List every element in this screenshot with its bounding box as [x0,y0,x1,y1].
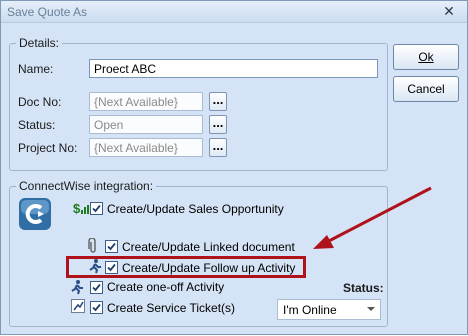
sales-opportunity-label: Create/Update Sales Opportunity [107,202,284,216]
paperclip-icon [88,238,96,253]
project-no-field [89,138,203,157]
online-status-select[interactable]: I'm Online [277,299,381,320]
one-off-activity-checkbox[interactable] [90,281,103,294]
name-label: Name: [18,62,54,76]
status-field [89,115,203,134]
connectwise-group-label: ConnectWise integration: [16,179,157,193]
save-quote-dialog: Save Quote As ✕ Details: Name: Doc No: .… [0,0,468,335]
doc-no-field [89,92,203,111]
close-button[interactable]: ✕ [441,3,457,19]
service-ticket-label: Create Service Ticket(s) [107,301,236,315]
doc-no-browse-button[interactable]: ... [209,92,227,111]
running-person-icon [71,280,83,295]
title-bar: Save Quote As ✕ [1,1,467,23]
one-off-activity-label: Create one-off Activity [107,280,225,294]
ok-button-label: Ok [418,50,434,64]
ok-button[interactable]: Ok [393,44,459,70]
status-label: Status: [18,118,56,132]
status-browse-button[interactable]: ... [209,115,227,134]
connectwise-logo-icon [19,198,51,230]
linked-document-label: Create/Update Linked document [122,240,295,254]
ticket-icon [71,299,85,313]
dollar-icon: $ [73,201,81,216]
chevron-down-icon [367,307,375,311]
cancel-button[interactable]: Cancel [393,76,459,102]
annotation-highlight-box [66,256,306,278]
linked-document-checkbox[interactable] [105,240,118,253]
project-no-label: Project No: [18,141,78,155]
cancel-button-label: Cancel [407,82,445,96]
service-ticket-checkbox[interactable] [90,301,103,314]
dialog-title: Save Quote As [7,5,88,19]
online-status-value: I'm Online [283,303,337,317]
status-select-label: Status: [343,281,384,295]
details-group-label: Details: [16,36,63,50]
name-field[interactable] [89,59,378,78]
project-no-browse-button[interactable]: ... [209,138,227,157]
bar-chart-icon [81,205,89,214]
sales-opportunity-checkbox[interactable] [90,202,103,215]
doc-no-label: Doc No: [18,95,62,109]
